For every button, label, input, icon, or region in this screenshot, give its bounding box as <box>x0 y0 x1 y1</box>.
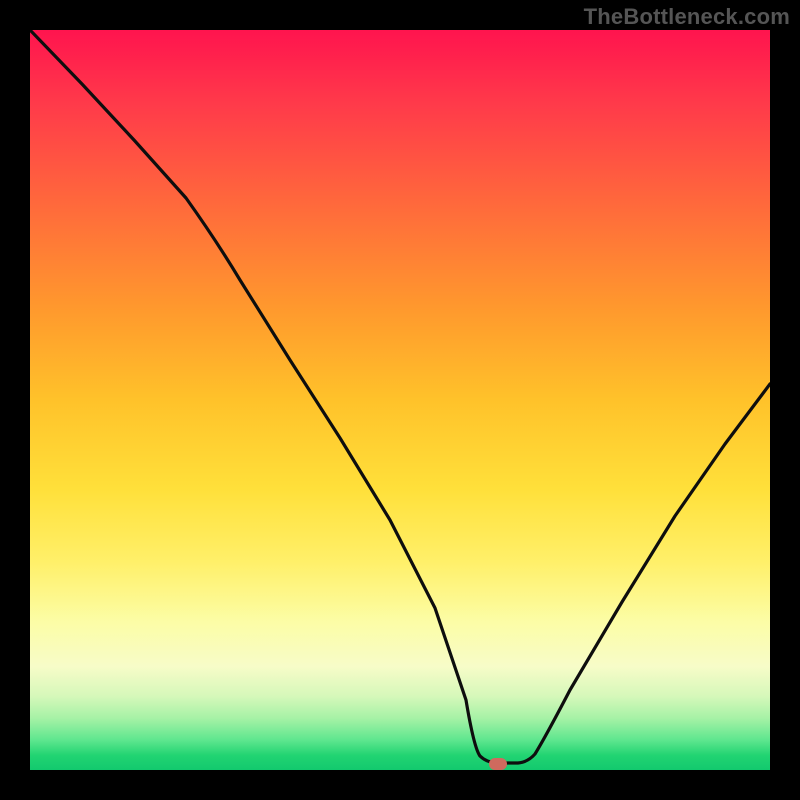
watermark-text: TheBottleneck.com <box>584 4 790 30</box>
bottleneck-curve <box>30 30 770 770</box>
minimum-marker <box>489 758 507 770</box>
chart-frame: TheBottleneck.com <box>0 0 800 800</box>
plot-area <box>30 30 770 770</box>
